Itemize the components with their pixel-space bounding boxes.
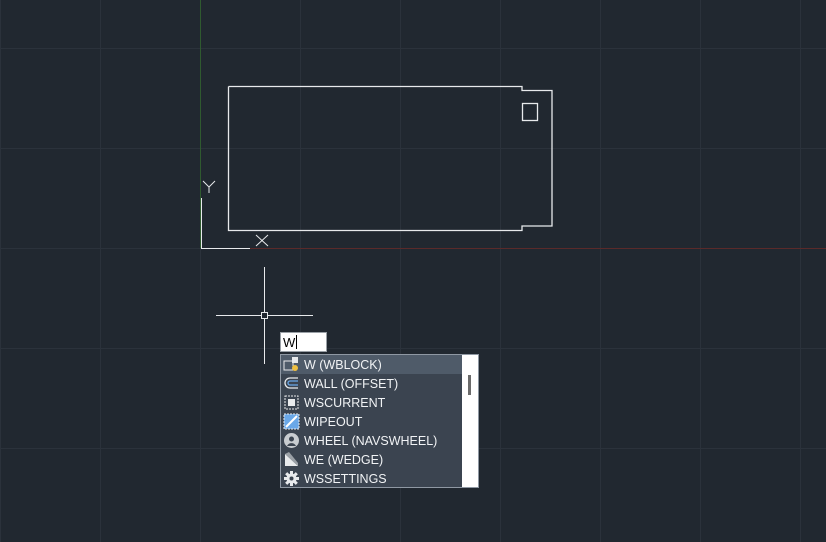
autocomplete-item[interactable]: WSSETTINGS (281, 469, 463, 488)
autocomplete-item-label: W (WBLOCK) (304, 357, 382, 372)
autocomplete-item[interactable]: WALL (OFFSET) (281, 374, 463, 393)
autocomplete-item[interactable]: W (WBLOCK) (281, 355, 463, 374)
scrollbar-thumb[interactable] (468, 375, 471, 395)
drawn-shape[interactable] (227, 85, 553, 232)
ucs-icon (201, 180, 269, 249)
small-square[interactable] (521, 102, 539, 122)
autocomplete-items: W (WBLOCK) WALL (OFFSET) WSCURRENT WIPEOUT W… (281, 355, 463, 488)
gear-icon (283, 470, 300, 487)
autocomplete-item-label: WIPEOUT (304, 414, 363, 429)
autocomplete-scrollbar[interactable] (462, 355, 478, 487)
wblock-icon (283, 356, 300, 373)
autocomplete-item-label: WSCURRENT (304, 395, 386, 410)
dynamic-command-input[interactable] (280, 332, 327, 352)
autocomplete-item[interactable]: WE (WEDGE) (281, 450, 463, 469)
wipeout-icon (283, 413, 300, 430)
command-autocomplete-list[interactable]: W (WBLOCK) WALL (OFFSET) WSCURRENT WIPEOUT W… (280, 354, 479, 488)
wedge-icon (283, 451, 300, 468)
autocomplete-item-label: WSSETTINGS (304, 471, 387, 486)
autocomplete-item[interactable]: WIPEOUT (281, 412, 463, 431)
autocomplete-item[interactable]: WSCURRENT (281, 393, 463, 412)
autocomplete-item-label: WALL (OFFSET) (304, 376, 399, 391)
offset-icon (283, 375, 300, 392)
workspace-icon (283, 394, 300, 411)
autocomplete-item-label: WHEEL (NAVSWHEEL) (304, 433, 438, 448)
navwheel-icon (283, 432, 300, 449)
autocomplete-item[interactable]: WHEEL (NAVSWHEEL) (281, 431, 463, 450)
autocomplete-item-label: WE (WEDGE) (304, 452, 384, 467)
text-caret (296, 335, 297, 349)
